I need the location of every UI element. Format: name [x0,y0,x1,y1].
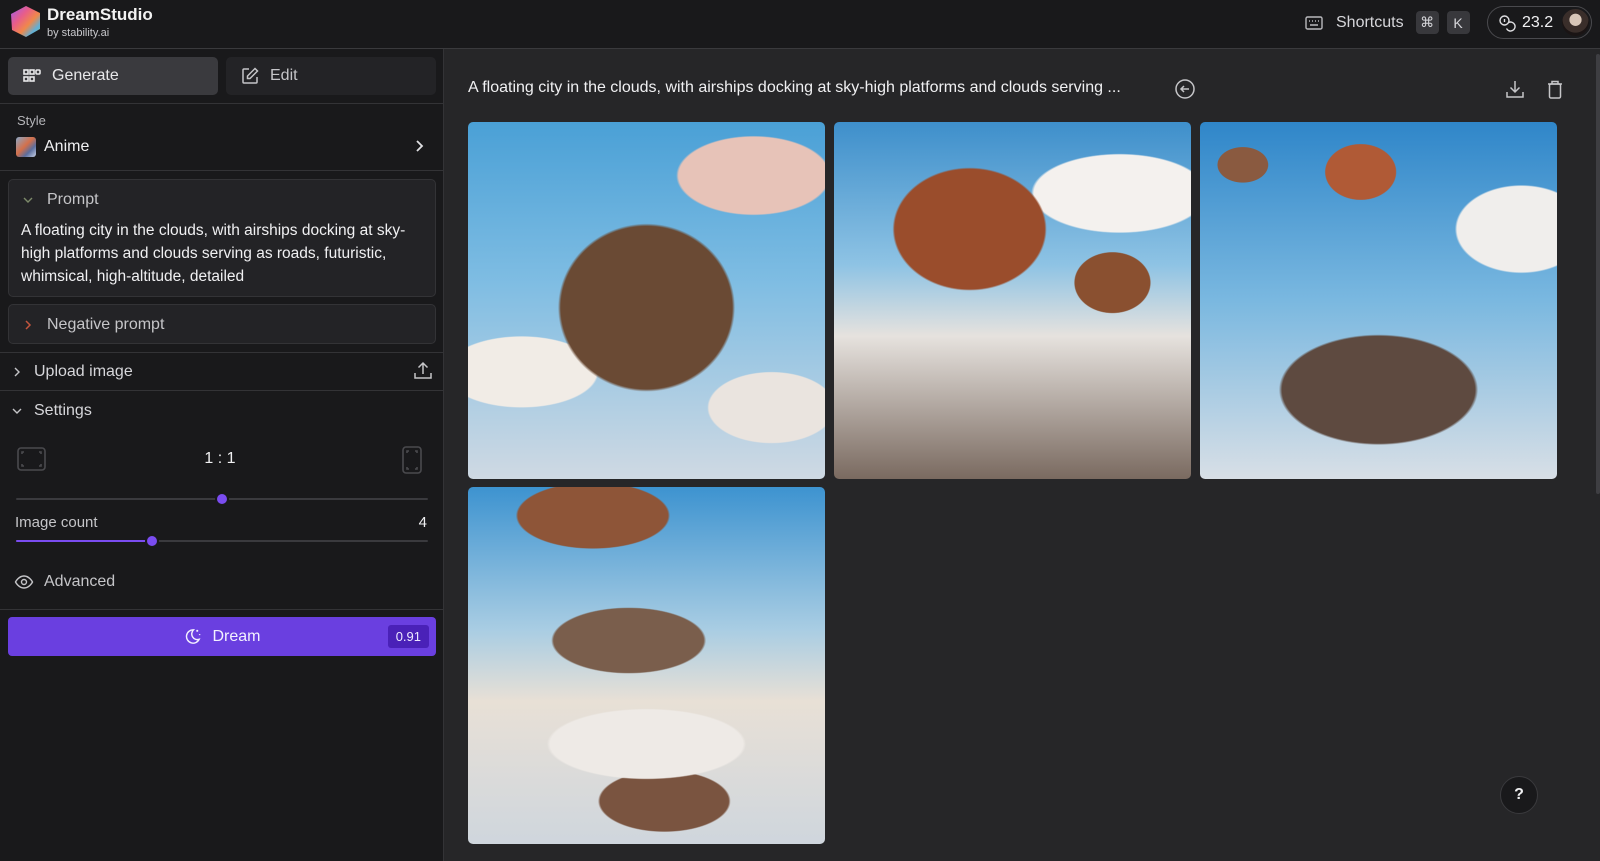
image-count-value: 4 [418,514,427,531]
chevron-right-icon [25,320,32,330]
trash-icon[interactable] [1544,78,1566,100]
sidebar: Generate Edit Style Anime Prompt A float… [0,49,444,861]
moon-stars-icon [186,629,201,644]
image-count-label: Image count [15,514,98,531]
prompt-label: Prompt [47,191,99,208]
advanced-toggle[interactable]: Advanced [14,572,115,592]
credits-button[interactable]: 23.2 [1487,6,1592,39]
help-button[interactable]: ? [1500,776,1538,814]
image-count-slider-fill [16,540,152,542]
advanced-label: Advanced [44,573,116,590]
chevron-down-icon [12,408,22,414]
app-title: DreamStudio [47,5,153,24]
shortcuts-label: Shortcuts [1336,13,1404,31]
dream-label: Dream [212,627,261,645]
k-key: K [1446,11,1470,34]
settings-section-header[interactable]: Settings [10,399,434,423]
coins-icon [1499,14,1516,32]
landscape-ratio-icon[interactable] [17,447,46,471]
user-avatar[interactable] [1562,9,1589,36]
aspect-ratio-slider[interactable] [16,494,428,504]
generation-prompt-title: A floating city in the clouds, with airs… [468,79,1121,96]
divider [0,170,444,171]
dream-button[interactable]: Dream 0.91 [8,617,436,656]
divider [0,609,444,610]
image-count-slider-thumb[interactable] [146,536,157,546]
settings-label: Settings [34,402,92,419]
divider [0,103,444,104]
generated-image-2[interactable] [834,122,1191,479]
chevron-right-icon [416,140,424,152]
command-key: ⌘ [1415,11,1439,34]
aspect-ratio-slider-thumb[interactable] [217,494,227,504]
image-count-slider[interactable] [16,536,428,546]
main-content: A floating city in the clouds, with airs… [444,49,1600,861]
prompt-input[interactable]: A floating city in the clouds, with airs… [21,219,421,288]
negative-prompt-label: Negative prompt [47,316,165,333]
divider [0,352,444,353]
prompt-header[interactable]: Prompt [21,191,99,209]
dream-cost-badge: 0.91 [387,625,429,648]
generated-image-1[interactable] [468,122,825,479]
tab-edit-label: Edit [270,67,298,84]
portrait-ratio-icon[interactable] [402,446,422,474]
scrollbar[interactable] [1596,54,1600,494]
style-label: Style [17,113,46,128]
upload-image-section[interactable]: Upload image [10,360,434,384]
style-selector[interactable]: Anime [16,135,428,159]
mode-tabs: Generate Edit [8,57,436,95]
reuse-prompt-icon[interactable] [1174,78,1196,100]
divider [0,390,444,391]
tab-generate-label: Generate [52,67,119,84]
app-subtitle: by stability.ai [47,27,110,39]
download-icon[interactable] [1504,78,1526,100]
tab-generate[interactable]: Generate [8,57,218,95]
generated-image-3[interactable] [1200,122,1557,479]
generated-image-4[interactable] [468,487,825,844]
keyboard-icon [1305,15,1323,30]
dreamstudio-logo[interactable] [9,5,42,38]
grid-icon [23,69,41,82]
style-value: Anime [44,138,90,155]
chevron-down-icon [23,197,33,203]
negative-prompt-section[interactable]: Negative prompt [8,304,436,344]
eye-icon [14,575,34,589]
style-thumbnail [16,137,36,157]
negative-prompt-header[interactable]: Negative prompt [21,316,164,334]
chevron-right-icon [14,367,20,377]
prompt-section: Prompt A floating city in the clouds, wi… [8,179,436,297]
credits-value: 23.2 [1522,13,1554,31]
upload-icon[interactable] [412,360,434,382]
edit-icon [242,67,259,84]
tab-edit[interactable]: Edit [226,57,436,95]
aspect-ratio-value: 1 : 1 [204,450,236,467]
shortcuts-button[interactable]: Shortcuts ⌘ K [1304,11,1470,34]
top-bar: DreamStudio by stability.ai Shortcuts ⌘ … [0,0,1600,49]
upload-image-label: Upload image [34,363,133,380]
